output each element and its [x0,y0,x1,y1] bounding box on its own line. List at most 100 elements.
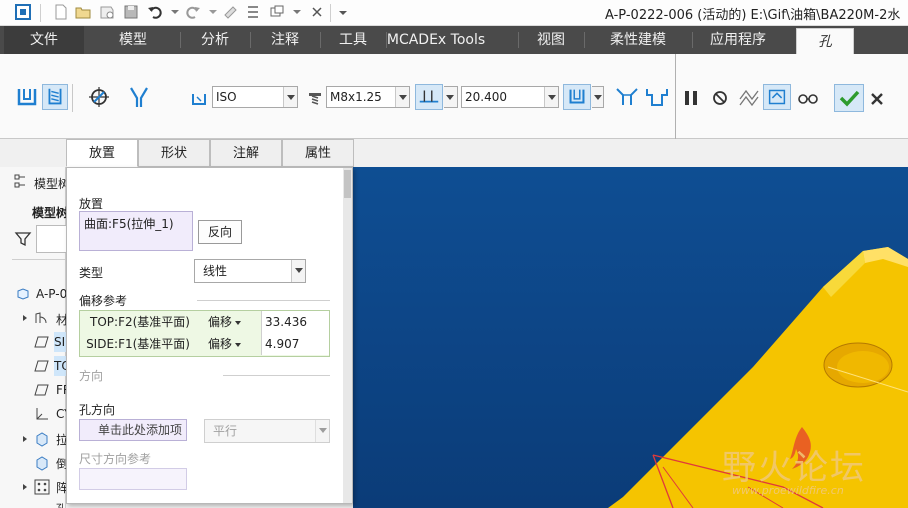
tab-annotate[interactable]: 注释 [250,26,320,54]
tree-item-top[interactable]: TO [54,356,66,376]
chevron-down-icon [443,87,457,107]
glasses-icon[interactable] [795,85,821,111]
chevron-down-icon [235,342,242,347]
tree-item-csys[interactable]: CY [56,407,66,421]
thread-standard-select[interactable]: ISO [212,86,298,108]
counterbore-icon[interactable] [644,84,670,110]
redo-icon[interactable] [184,3,202,21]
tree-search-input[interactable] [36,225,66,253]
chevron-down-icon[interactable] [291,260,305,282]
tree-item-pattern[interactable]: 阵 [56,479,66,496]
tree-item-root[interactable]: A-P-0 [36,287,66,301]
thread-depth-dropdown[interactable] [591,86,604,108]
preview-geometry-icon[interactable] [736,85,762,111]
placement-reference-collector[interactable]: 曲面:F5(拉伸_1) [79,211,193,251]
extrude-icon [36,432,48,447]
new-file-icon[interactable] [52,3,70,21]
tapered-hole-icon[interactable] [126,84,152,110]
parallel-select: 平行 [204,419,330,443]
thread-depth-button[interactable] [563,84,591,110]
offset-type-value: 偏移 [208,315,233,329]
chevron-down-icon [591,87,603,107]
screw-size-value: M8x1.25 [330,90,382,104]
close-window-icon[interactable] [308,3,326,21]
table-row[interactable]: SIDE:F1(基准平面) 偏移 4.907 [80,333,329,355]
type-select[interactable]: 线性 [194,259,306,283]
model-tree-header: 模型树 [34,177,66,191]
chevron-down-icon[interactable] [283,87,297,107]
filter-icon[interactable] [14,230,32,248]
tree-item-front[interactable]: FR [56,383,66,397]
offset-type-select[interactable]: 偏移 [208,333,242,355]
tree-item-material[interactable]: 材 [56,311,66,328]
simple-hole-icon[interactable] [14,84,40,110]
thread-type-icon [192,94,206,105]
pause-icon[interactable] [680,85,702,111]
direction-label: 方向 [79,369,104,383]
tab-model[interactable]: 模型 [86,26,180,54]
check-icon [839,90,860,107]
tree-item-side[interactable]: SI [54,332,66,352]
scrollbar-thumb[interactable] [344,170,351,198]
tab-view[interactable]: 视图 [518,26,584,54]
expand-arrow-icon[interactable] [20,482,30,492]
tab-placement[interactable]: 放置 [66,139,138,167]
depth-option-button[interactable] [415,84,443,110]
offset-value-input[interactable]: 33.436 [261,311,329,333]
qat-customize-icon[interactable] [334,3,352,21]
tree-item-hole[interactable]: 孔 2 [56,500,66,508]
windows-dropdown-icon[interactable] [288,3,306,21]
countersink-icon[interactable] [614,84,640,110]
tab-file[interactable]: 文件 [4,26,84,54]
redo-dropdown-icon[interactable] [204,3,222,21]
confirm-button[interactable] [834,84,864,112]
offset-type-select[interactable]: 偏移 [208,311,242,333]
sketch-hole-icon[interactable] [86,84,112,110]
windows-icon[interactable] [268,3,286,21]
hole-direction-collector[interactable]: 单击此处添加项 [79,419,187,441]
save-icon[interactable] [122,3,140,21]
table-row[interactable]: TOP:F2(基准平面) 偏移 33.436 [80,311,329,333]
expand-arrow-icon[interactable] [20,313,30,323]
tree-item-extrude[interactable]: 拉 [56,431,66,448]
chevron-down-icon[interactable] [544,87,558,107]
depth-value-input[interactable]: 20.400 [461,86,559,108]
undo-icon[interactable] [146,3,164,21]
watermark-text: 野火论坛 [722,448,866,488]
regenerate-icon[interactable] [222,3,240,21]
tab-flexible-modeling[interactable]: 柔性建模 [584,26,692,54]
offset-type-value: 偏移 [208,337,233,351]
placement-section-title: 放置 [79,197,104,211]
expand-arrow-icon[interactable] [20,434,30,444]
tab-mcadex-tools[interactable]: MCADEx Tools [356,26,516,54]
thread-standard-value: ISO [216,90,237,104]
tab-analysis[interactable]: 分析 [180,26,250,54]
depth-option-dropdown[interactable] [443,86,458,108]
app-icon[interactable] [14,3,32,21]
panel-scrollbar[interactable] [343,168,352,503]
tab-hole[interactable]: 孔 [796,28,854,54]
tab-shape[interactable]: 形状 [138,139,210,167]
open-recent-icon[interactable] [98,3,116,21]
flip-button[interactable]: 反向 [198,220,242,244]
screw-size-select[interactable]: M8x1.25 [326,86,410,108]
material-icon [35,312,47,324]
offset-value-input[interactable]: 4.907 [261,333,329,355]
model-tree-subheader: 模型树 [32,206,66,220]
verify-mode-button[interactable] [763,84,791,110]
watermark-url: www.proewildfire.cn [732,484,844,497]
standard-hole-button[interactable] [42,84,68,110]
undo-dropdown-icon[interactable] [166,3,184,21]
open-folder-icon[interactable] [74,3,92,21]
tab-properties[interactable]: 属性 [282,139,354,167]
pattern-icon [34,479,50,495]
blind-depth-icon [419,90,439,103]
cancel-icon[interactable] [866,85,888,111]
tab-note[interactable]: 注解 [210,139,282,167]
no-preview-icon[interactable] [709,85,731,111]
chevron-down-icon[interactable] [395,87,409,107]
tree-item-round[interactable]: 倒 [56,455,66,472]
tab-applications[interactable]: 应用程序 [692,26,784,54]
regen-manager-icon[interactable] [244,3,262,21]
parallel-value: 平行 [213,424,238,438]
